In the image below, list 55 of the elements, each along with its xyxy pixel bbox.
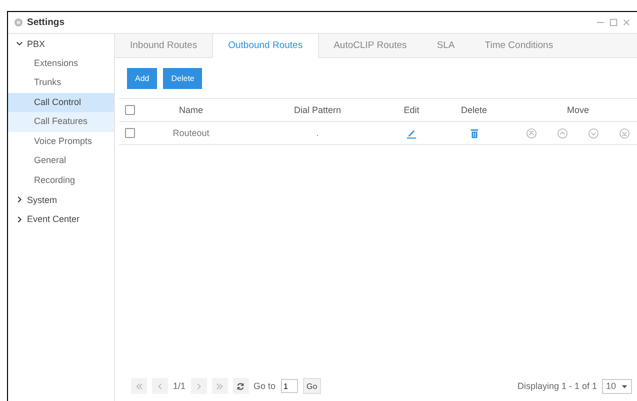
move-down-icon[interactable] (588, 128, 599, 138)
first-page-button[interactable] (131, 378, 147, 394)
page-indicator: 1/1 (173, 381, 186, 391)
move-up-icon[interactable] (557, 128, 568, 138)
sidebar-item[interactable]: Extensions (8, 54, 114, 73)
close-icon[interactable] (622, 18, 631, 27)
sidebar-item[interactable]: Call Features (8, 112, 114, 132)
checkbox[interactable] (125, 105, 135, 115)
pencil-icon[interactable] (406, 128, 417, 138)
go-to-label: Go to (254, 381, 276, 391)
maximize-icon[interactable] (609, 18, 618, 27)
checkbox[interactable] (125, 128, 135, 138)
column-header: Move (566, 105, 590, 115)
page-input[interactable]: 1 (280, 379, 298, 393)
sidebar-group[interactable]: Event Center (8, 210, 114, 229)
refresh-button[interactable] (232, 378, 249, 394)
caret-icon (621, 382, 628, 390)
column-header: Edit (402, 105, 420, 115)
double-chevron-right-icon (215, 382, 224, 390)
move-bottom-icon[interactable] (619, 128, 630, 138)
tab[interactable]: Time Conditions (470, 34, 568, 58)
sidebar-item[interactable]: Trunks (8, 73, 114, 92)
tab[interactable]: SLA (422, 34, 470, 58)
sidebar-group[interactable]: System (8, 190, 114, 210)
sidebar-item[interactable]: Call Control (8, 92, 114, 112)
tab[interactable]: Outbound Routes (212, 34, 319, 58)
move-top-icon[interactable] (526, 128, 537, 138)
add-button[interactable]: Add (127, 68, 158, 89)
column-header: Dial Pattern (292, 105, 342, 115)
sidebar-item[interactable]: Voice Prompts (8, 132, 114, 151)
window-title: Settings (27, 17, 64, 28)
go-button[interactable]: Go (302, 378, 322, 394)
tab[interactable]: Inbound Routes (115, 34, 212, 58)
display-count: Displaying 1 - 1 of 1 (517, 381, 597, 391)
table-cell-text: . (315, 128, 320, 138)
sidebar-item[interactable]: Recording (8, 170, 114, 190)
column-header: Delete (460, 105, 488, 115)
chevron-left-icon (156, 382, 164, 390)
table-cell-text: Routeout (172, 128, 210, 138)
gear-icon (14, 18, 23, 27)
sidebar-group[interactable]: PBX (8, 34, 114, 54)
trash-icon[interactable] (468, 128, 480, 138)
chevron-icon (16, 40, 23, 48)
tab[interactable]: AutoCLIP Routes (318, 34, 422, 58)
chevron-icon (16, 216, 23, 223)
next-page-button[interactable] (190, 378, 207, 394)
column-header: Name (178, 105, 204, 115)
previous-page-button[interactable] (152, 378, 168, 394)
refresh-icon (236, 382, 246, 390)
delete-button[interactable]: Delete (163, 68, 202, 89)
sidebar-item[interactable]: General (8, 151, 114, 170)
double-chevron-left-icon (134, 382, 144, 390)
page-size-select[interactable]: 10 (602, 378, 632, 394)
last-page-button[interactable] (212, 378, 228, 394)
chevron-icon (16, 196, 23, 204)
